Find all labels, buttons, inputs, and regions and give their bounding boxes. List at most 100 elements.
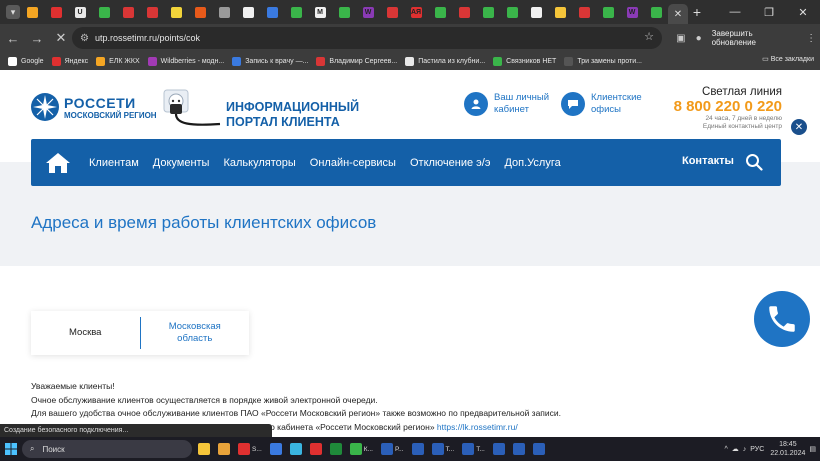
nav-contacts[interactable]: Контакты bbox=[682, 155, 734, 167]
hotline: Светлая линия 8 800 220 0 220 24 часа, 7… bbox=[664, 86, 782, 131]
taskbar-app[interactable] bbox=[512, 437, 525, 461]
browser-tab[interactable] bbox=[596, 0, 620, 24]
taskbar-app-icon bbox=[329, 443, 342, 455]
rosseti-logo[interactable]: РОССЕТИ МОСКОВСКИЙ РЕГИОН bbox=[30, 92, 157, 122]
bookmark-item[interactable]: Три замены проти... bbox=[564, 56, 642, 66]
tab-moscow[interactable]: Москва bbox=[31, 317, 141, 349]
taskbar-app[interactable]: Т... bbox=[431, 437, 454, 461]
browser-tab[interactable] bbox=[284, 0, 308, 24]
hotline-phone[interactable]: 8 800 220 0 220 bbox=[664, 98, 782, 115]
taskbar-app[interactable] bbox=[532, 437, 545, 461]
back-arrow-icon[interactable]: ← bbox=[2, 27, 24, 49]
all-bookmarks[interactable]: ▭ Все закладки bbox=[762, 55, 814, 63]
browser-tab[interactable] bbox=[452, 0, 476, 24]
browser-menu-icon[interactable]: ⋮ bbox=[802, 33, 820, 44]
browser-tab[interactable] bbox=[332, 0, 356, 24]
nav-item-documents[interactable]: Документы bbox=[153, 157, 210, 169]
nav-item-calculators[interactable]: Калькуляторы bbox=[223, 157, 295, 169]
taskbar-app[interactable] bbox=[269, 437, 282, 461]
browser-tab[interactable] bbox=[644, 0, 668, 24]
taskbar-app[interactable] bbox=[198, 437, 210, 461]
clock[interactable]: 18:45 22.01.2024 bbox=[770, 440, 805, 458]
network-icon[interactable]: ☁ bbox=[732, 445, 739, 453]
nav-item-online-services[interactable]: Онлайн-сервисы bbox=[310, 157, 396, 169]
browser-tab[interactable] bbox=[476, 0, 500, 24]
sidepanel-icon[interactable]: ▣ bbox=[672, 33, 690, 44]
nav-item-extra-services[interactable]: Доп.Услуга bbox=[504, 157, 560, 169]
forward-arrow-icon[interactable]: → bbox=[26, 27, 48, 49]
browser-tab[interactable] bbox=[428, 0, 452, 24]
profile-icon[interactable]: ● bbox=[690, 33, 708, 44]
bookmark-star-icon[interactable]: ☆ bbox=[644, 30, 654, 43]
active-tab-close-icon[interactable]: ✕ bbox=[668, 4, 688, 24]
taskbar-apps: S... К... Р... Т... Т... bbox=[192, 437, 545, 461]
taskbar-app[interactable] bbox=[492, 437, 505, 461]
bookmark-item[interactable]: Связников НЕТ bbox=[493, 56, 556, 66]
bookmark-item[interactable]: Wildberries - модн... bbox=[147, 56, 224, 66]
browser-tab[interactable] bbox=[20, 0, 44, 24]
bookmark-item[interactable]: Пастила из клубни... bbox=[405, 56, 485, 66]
address-bar[interactable]: ⚙ utp.rossetimr.ru/points/cok ☆ bbox=[72, 27, 662, 49]
stop-loading-icon[interactable]: ✕ bbox=[50, 27, 72, 49]
browser-tab[interactable] bbox=[92, 0, 116, 24]
search-icon[interactable] bbox=[745, 153, 763, 171]
tab-search-icon[interactable]: ▾ bbox=[6, 5, 20, 19]
taskbar-app-icon bbox=[380, 443, 393, 455]
tab-moscow-region[interactable]: Московская область bbox=[141, 311, 250, 355]
lk-link[interactable]: https://lk.rossetimr.ru/ bbox=[437, 422, 518, 432]
browser-tab[interactable] bbox=[548, 0, 572, 24]
taskbar-app[interactable] bbox=[289, 437, 302, 461]
close-icon[interactable]: ✕ bbox=[791, 119, 807, 135]
nav-item-outages[interactable]: Отключение э/э bbox=[410, 157, 490, 169]
bookmark-item[interactable]: Google bbox=[8, 56, 44, 66]
bookmark-item[interactable]: Владимир Сергеев... bbox=[316, 56, 397, 66]
personal-cabinet-link[interactable]: Ваш личный кабинет bbox=[464, 92, 549, 116]
bookmark-item[interactable]: ЕЛК ЖКХ bbox=[96, 56, 140, 66]
browser-tab[interactable]: U bbox=[68, 0, 92, 24]
bookmark-item[interactable]: Запись к врачу —... bbox=[232, 56, 308, 66]
callback-phone-button[interactable] bbox=[754, 291, 810, 347]
home-icon[interactable] bbox=[45, 152, 71, 174]
taskbar-app[interactable] bbox=[411, 437, 424, 461]
taskbar-app[interactable]: Т... bbox=[462, 437, 485, 461]
restore-icon[interactable]: ❐ bbox=[752, 0, 786, 24]
taskbar-search[interactable]: ⌕ Поиск bbox=[22, 440, 192, 458]
bookmark-item[interactable]: Яндекс bbox=[51, 56, 88, 66]
taskbar-app[interactable] bbox=[218, 437, 230, 461]
nav-item-clients[interactable]: Клиентам bbox=[89, 157, 139, 169]
taskbar-app[interactable]: S... bbox=[238, 437, 262, 461]
client-offices-link[interactable]: Клиентские офисы bbox=[561, 92, 642, 116]
close-window-icon[interactable]: ✕ bbox=[786, 0, 820, 24]
browser-tab[interactable]: W bbox=[356, 0, 380, 24]
taskbar-app[interactable]: Р... bbox=[380, 437, 404, 461]
minimize-icon[interactable]: — bbox=[718, 0, 752, 24]
volume-icon[interactable]: ♪ bbox=[743, 446, 747, 453]
tray-chevron-icon[interactable]: ^ bbox=[725, 446, 728, 453]
taskbar-app[interactable] bbox=[329, 437, 342, 461]
new-tab-icon[interactable]: + bbox=[688, 4, 706, 20]
phone-icon bbox=[769, 306, 795, 332]
browser-tab[interactable] bbox=[260, 0, 284, 24]
windows-start-icon[interactable] bbox=[0, 437, 22, 461]
browser-tab[interactable] bbox=[164, 0, 188, 24]
taskbar-app[interactable] bbox=[309, 437, 322, 461]
browser-tab[interactable]: АЯ bbox=[404, 0, 428, 24]
browser-tab[interactable] bbox=[572, 0, 596, 24]
language-indicator[interactable]: РУС bbox=[750, 446, 764, 453]
browser-tab[interactable] bbox=[212, 0, 236, 24]
browser-tab[interactable] bbox=[236, 0, 260, 24]
browser-tab[interactable] bbox=[524, 0, 548, 24]
taskbar-app[interactable]: К... bbox=[349, 437, 373, 461]
notifications-icon[interactable]: ▤ bbox=[809, 445, 816, 453]
browser-tab[interactable] bbox=[380, 0, 404, 24]
update-button[interactable]: Завершить обновление bbox=[708, 29, 803, 47]
tab-favicon-icon: АЯ bbox=[410, 6, 422, 18]
browser-tab[interactable] bbox=[188, 0, 212, 24]
browser-tab[interactable]: W bbox=[620, 0, 644, 24]
browser-tab[interactable] bbox=[44, 0, 68, 24]
site-info-icon[interactable]: ⚙ bbox=[80, 33, 89, 44]
browser-tab[interactable] bbox=[116, 0, 140, 24]
browser-tab[interactable] bbox=[140, 0, 164, 24]
browser-tab[interactable] bbox=[500, 0, 524, 24]
browser-tab[interactable]: M bbox=[308, 0, 332, 24]
